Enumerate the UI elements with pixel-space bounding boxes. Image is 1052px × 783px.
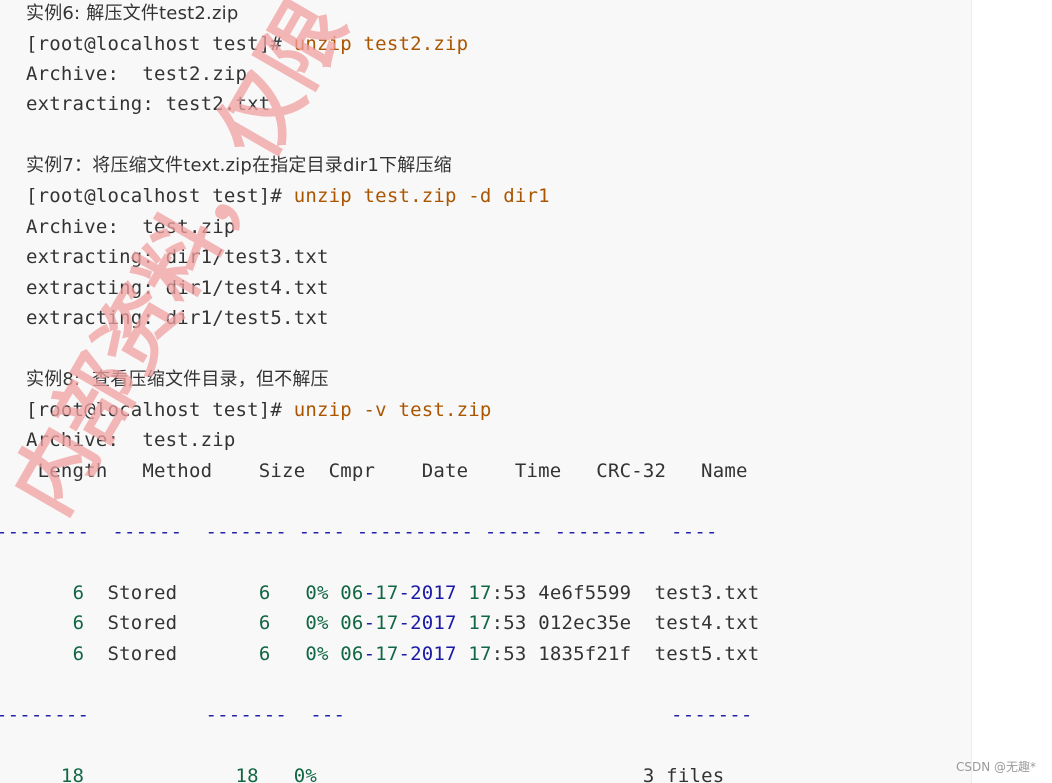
shell-command: unzip -v test.zip bbox=[282, 399, 492, 421]
page-margin bbox=[971, 0, 1052, 783]
listing-row: 6 Stored 6 0% 06-17-2017 17:53 012ec35e … bbox=[72, 612, 760, 634]
example-8-command-line: [root@localhost test]# unzip -v test.zip bbox=[26, 398, 492, 422]
listing-row: 6 Stored 6 0% 06-17-2017 17:53 4e6f5599 … bbox=[72, 582, 760, 604]
shell-prompt: [root@localhost test]# bbox=[26, 185, 283, 207]
example-8-title: 实例8: 查看压缩文件目录，但不解压 bbox=[26, 369, 329, 390]
listing-separator: -------- ------ ------- ---- ---------- … bbox=[0, 521, 718, 543]
code-block: 实例6: 解压文件test2.zip [root@localhost test]… bbox=[0, 0, 971, 783]
listing-footer-separator: -------- ------- --- ------- bbox=[0, 704, 753, 726]
shell-prompt: [root@localhost test]# bbox=[26, 399, 283, 421]
output-line: Archive: test2.zip bbox=[26, 63, 248, 85]
output-line: extracting: dir1/test5.txt bbox=[26, 307, 329, 329]
output-line: Archive: test.zip bbox=[26, 216, 236, 238]
listing-row: 6 Stored 6 0% 06-17-2017 17:53 1835f21f … bbox=[72, 643, 760, 665]
example-6-title: 实例6: 解压文件test2.zip bbox=[26, 3, 239, 24]
shell-prompt: [root@localhost test]# bbox=[26, 33, 283, 55]
shell-command: unzip test2.zip bbox=[282, 33, 469, 55]
output-line: extracting: test2.txt bbox=[26, 93, 271, 115]
example-7-title: 实例7：将压缩文件text.zip在指定目录dir1下解压缩 bbox=[26, 155, 452, 176]
listing-header: Length Method Size Cmpr Date Time CRC-32… bbox=[26, 460, 748, 482]
source-label: CSDN @无趣* bbox=[955, 760, 1036, 774]
output-line: Archive: test.zip bbox=[26, 429, 236, 451]
output-line: extracting: dir1/test3.txt bbox=[26, 246, 329, 268]
listing-totals: 18 18 0% 3 files bbox=[60, 765, 725, 783]
shell-command: unzip test.zip -d dir1 bbox=[282, 185, 550, 207]
example-7-command-line: [root@localhost test]# unzip test.zip -d… bbox=[26, 184, 550, 208]
example-6-command-line: [root@localhost test]# unzip test2.zip bbox=[26, 32, 468, 56]
output-line: extracting: dir1/test4.txt bbox=[26, 277, 329, 299]
